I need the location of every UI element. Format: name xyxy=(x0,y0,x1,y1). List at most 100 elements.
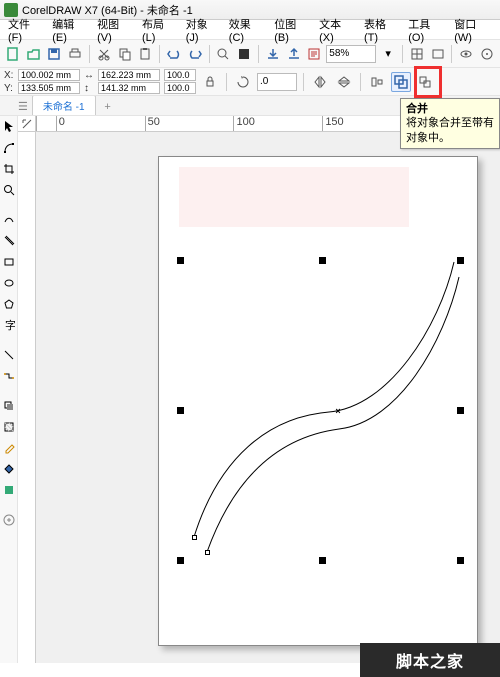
ruler-tick: 50 xyxy=(145,116,234,131)
import-icon[interactable] xyxy=(264,44,282,64)
align-icon[interactable] xyxy=(367,72,387,92)
new-icon[interactable] xyxy=(4,44,22,64)
zoom-input[interactable] xyxy=(326,45,376,63)
print-icon[interactable] xyxy=(66,44,84,64)
zoom-dropdown-icon[interactable]: ▾ xyxy=(379,44,397,64)
separator xyxy=(1,502,17,508)
menu-text[interactable]: 文本(X) xyxy=(315,14,358,46)
save-icon[interactable] xyxy=(46,44,64,64)
menu-effects[interactable]: 效果(C) xyxy=(225,14,268,46)
selection-center-icon[interactable]: × xyxy=(334,407,342,415)
rotation-input[interactable] xyxy=(257,73,297,91)
options-icon[interactable] xyxy=(429,44,447,64)
menu-bitmap[interactable]: 位图(B) xyxy=(270,14,313,46)
separator xyxy=(451,45,452,63)
group-icon[interactable] xyxy=(415,72,435,92)
document-tab[interactable]: 未命名 -1 xyxy=(32,95,96,115)
publish-icon[interactable] xyxy=(306,44,324,64)
menu-tools[interactable]: 工具(O) xyxy=(404,14,448,46)
separator xyxy=(1,202,17,208)
menu-file[interactable]: 文件(F) xyxy=(4,14,46,46)
transparency-icon[interactable] xyxy=(1,418,17,436)
y-input[interactable] xyxy=(18,82,80,94)
zoom-tool-icon[interactable] xyxy=(1,181,17,199)
svg-text:字: 字 xyxy=(5,319,15,331)
cut-icon[interactable] xyxy=(95,44,113,64)
separator xyxy=(1,388,17,394)
combine-icon[interactable] xyxy=(391,72,411,92)
width-input[interactable] xyxy=(98,69,160,81)
selection-handle[interactable] xyxy=(177,407,184,414)
toolbox: 字 xyxy=(0,116,18,663)
menu-view[interactable]: 视图(V) xyxy=(93,14,136,46)
canvas-area[interactable]: 0 50 100 150 200 × xyxy=(18,116,500,663)
polygon-tool-icon[interactable] xyxy=(1,295,17,313)
selection-handle[interactable] xyxy=(457,557,464,564)
mirror-v-icon[interactable] xyxy=(334,72,354,92)
selection-handle[interactable] xyxy=(177,557,184,564)
eye-icon[interactable] xyxy=(457,44,475,64)
menu-object[interactable]: 对象(J) xyxy=(182,14,223,46)
menu-window[interactable]: 窗口(W) xyxy=(450,14,496,46)
scale-group xyxy=(164,69,196,94)
rectangle-tool-icon[interactable] xyxy=(1,253,17,271)
separator xyxy=(402,45,403,63)
snap-icon[interactable] xyxy=(408,44,426,64)
separator xyxy=(226,73,227,91)
smart-fill-icon[interactable] xyxy=(1,481,17,499)
expand-toolbox-icon[interactable] xyxy=(1,511,17,529)
property-bar: X: Y: ↔ ↕ 合并 将对象合并至带有 对象中。 xyxy=(0,68,500,96)
selection-handle[interactable] xyxy=(177,257,184,264)
add-tab-icon[interactable]: + xyxy=(100,99,116,115)
selection-handle[interactable] xyxy=(319,257,326,264)
tooltip: 合并 将对象合并至带有 对象中。 xyxy=(400,98,500,149)
curve-node[interactable] xyxy=(205,550,210,555)
export-icon[interactable] xyxy=(285,44,303,64)
curve-path-2[interactable] xyxy=(159,157,479,647)
snap-options-icon[interactable] xyxy=(478,44,496,64)
freehand-tool-icon[interactable] xyxy=(1,211,17,229)
scale-x-input[interactable] xyxy=(164,69,196,81)
undo-icon[interactable] xyxy=(165,44,183,64)
menu-table[interactable]: 表格(T) xyxy=(360,14,402,46)
welcome-tab-icon[interactable]: ☰ xyxy=(14,98,32,115)
open-icon[interactable] xyxy=(25,44,43,64)
scale-y-input[interactable] xyxy=(164,82,196,94)
copy-icon[interactable] xyxy=(116,44,134,64)
search-icon[interactable] xyxy=(215,44,233,64)
tooltip-title: 合并 xyxy=(406,102,494,116)
ellipse-tool-icon[interactable] xyxy=(1,274,17,292)
lock-ratio-icon[interactable] xyxy=(200,72,220,92)
separator xyxy=(258,45,259,63)
selection-handle[interactable] xyxy=(457,257,464,264)
menu-layout[interactable]: 布局(L) xyxy=(138,14,180,46)
pick-tool-icon[interactable] xyxy=(1,118,17,136)
standard-toolbar: ▾ xyxy=(0,40,500,68)
artistic-media-icon[interactable] xyxy=(1,232,17,250)
connector-tool-icon[interactable] xyxy=(1,367,17,385)
parallel-dim-icon[interactable] xyxy=(1,346,17,364)
ruler-origin-icon[interactable] xyxy=(18,116,36,132)
size-group: ↔ ↕ xyxy=(84,69,160,94)
ruler-vertical[interactable] xyxy=(18,132,36,663)
x-label: X: xyxy=(4,70,16,81)
selection-handle[interactable] xyxy=(457,407,464,414)
eyedropper-icon[interactable] xyxy=(1,439,17,457)
height-input[interactable] xyxy=(98,82,160,94)
fullscreen-icon[interactable] xyxy=(235,44,253,64)
menu-edit[interactable]: 编辑(E) xyxy=(48,14,91,46)
text-tool-icon[interactable]: 字 xyxy=(1,316,17,334)
page: × xyxy=(158,156,478,646)
curve-node[interactable] xyxy=(192,535,197,540)
selection-handle[interactable] xyxy=(319,557,326,564)
drop-shadow-icon[interactable] xyxy=(1,397,17,415)
mirror-h-icon[interactable] xyxy=(310,72,330,92)
shape-tool-icon[interactable] xyxy=(1,139,17,157)
redo-icon[interactable] xyxy=(186,44,204,64)
separator xyxy=(159,45,160,63)
separator xyxy=(303,73,304,91)
paste-icon[interactable] xyxy=(136,44,154,64)
x-input[interactable] xyxy=(18,69,80,81)
crop-tool-icon[interactable] xyxy=(1,160,17,178)
fill-tool-icon[interactable] xyxy=(1,460,17,478)
